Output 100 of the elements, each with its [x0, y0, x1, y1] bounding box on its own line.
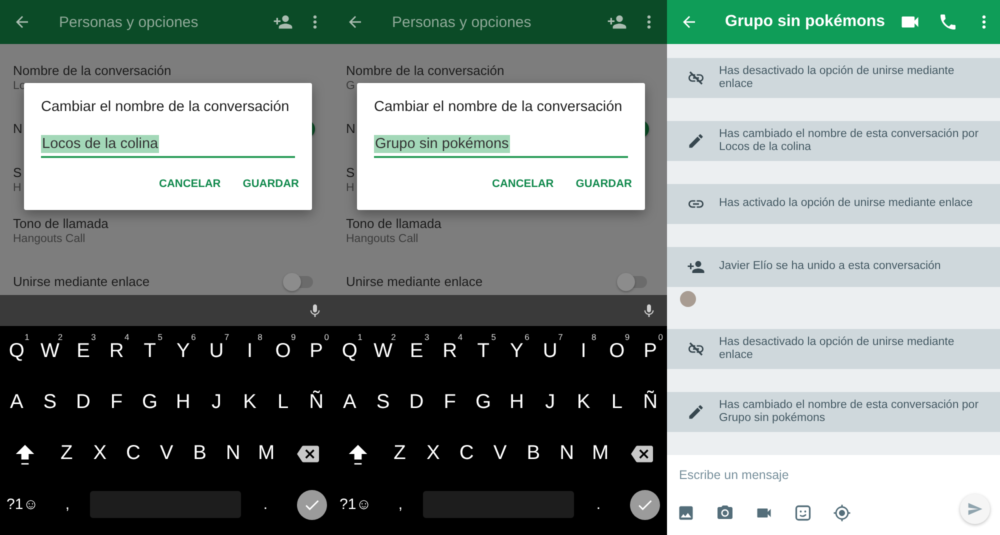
keyboard-key[interactable]: . — [574, 479, 623, 530]
keyboard-key[interactable]: F — [100, 377, 134, 428]
send-button[interactable] — [960, 494, 990, 524]
dialog-title: Cambiar el nombre de la conversación — [374, 98, 624, 116]
keyboard-key[interactable]: I 8 — [233, 326, 266, 377]
keyboard-key[interactable]: E 3 — [400, 326, 434, 377]
keyboard-key[interactable]: L — [266, 377, 300, 428]
keyboard-key[interactable]: Ñ — [300, 377, 333, 428]
message-text: Has cambiado el nombre de esta conversación por Grupo sin pokémons — [719, 398, 980, 426]
camera-icon[interactable] — [716, 504, 734, 522]
setting-title: N — [13, 121, 22, 137]
setting-title: Tono de llamada — [13, 216, 108, 232]
toggle-switch[interactable] — [619, 276, 647, 288]
message-text: Javier Elío se ha unido a esta conversación — [719, 260, 941, 274]
keyboard-key[interactable]: ?1☺ — [0, 479, 45, 530]
keyboard-key[interactable]: A — [0, 377, 34, 428]
keyboard-key[interactable]: W 2 — [33, 326, 67, 377]
name-field[interactable]: Locos de la colina — [41, 132, 295, 158]
keyboard-key[interactable]: E 3 — [66, 326, 100, 377]
keyboard-key[interactable]: F — [433, 377, 467, 428]
keyboard-key[interactable]: R 4 — [433, 326, 467, 377]
chat-title: Grupo sin pokémons — [725, 13, 886, 31]
keyboard-key[interactable]: S — [33, 377, 67, 428]
setting-value: Hangouts Call — [13, 232, 86, 246]
send-icon — [967, 501, 983, 517]
keyboard-key[interactable]: L — [600, 377, 634, 428]
keyboard-key[interactable]: C — [450, 428, 484, 479]
pencil-icon — [687, 132, 705, 150]
keyboard-key[interactable]: J — [533, 377, 567, 428]
keyboard-key[interactable]: M — [250, 428, 283, 479]
setting-title: Unirse mediante enlace — [13, 274, 150, 290]
keyboard-key[interactable]: D — [66, 377, 100, 428]
keyboard-key[interactable]: Ñ — [634, 377, 667, 428]
setting-value: H — [13, 180, 22, 196]
keyboard-key[interactable]: G — [466, 377, 500, 428]
dialog-button[interactable]: GUARDAR — [568, 172, 640, 196]
keyboard-key[interactable]: . — [241, 479, 290, 530]
message-text: Has desactivado la opción de unirse mediante enlace — [719, 64, 956, 92]
sticker-icon[interactable] — [794, 504, 812, 522]
keyboard-key[interactable]: H — [166, 377, 200, 428]
keyboard-key[interactable]: ?1☺ — [333, 479, 378, 530]
keyboard-key[interactable]: C — [116, 428, 150, 479]
image-icon[interactable] — [677, 504, 695, 522]
setting-title: Nombre de la conversación — [346, 62, 504, 78]
dialog-button[interactable]: CANCELAR — [484, 172, 562, 196]
keyboard-key[interactable]: Z — [383, 428, 416, 479]
keyboard-key[interactable]: W 2 — [366, 326, 400, 377]
keyboard-key[interactable]: K — [566, 377, 600, 428]
keyboard-key[interactable]: K — [233, 377, 266, 428]
keyboard-key[interactable]: B — [183, 428, 216, 479]
name-field[interactable]: Grupo sin pokémons — [374, 132, 628, 158]
setting-title: S — [13, 164, 22, 180]
keyboard-key[interactable]: Q 1 — [333, 326, 366, 377]
keyboard-key[interactable]: B — [516, 428, 550, 479]
keyboard-key[interactable]: P 0 — [634, 326, 667, 377]
enter-button[interactable] — [630, 490, 660, 520]
keyboard-key[interactable]: P 0 — [300, 326, 333, 377]
keyboard-key[interactable]: X — [416, 428, 450, 479]
dialog-button[interactable]: CANCELAR — [151, 172, 229, 196]
keyboard-key[interactable]: D — [400, 377, 434, 428]
keyboard-key[interactable]: U 7 — [533, 326, 567, 377]
keyboard-key[interactable]: Z — [50, 428, 84, 479]
keyboard-key[interactable]: N — [216, 428, 250, 479]
keyboard-key[interactable]: Q 1 — [0, 326, 34, 377]
keyboard-key[interactable]: T 5 — [466, 326, 500, 377]
setting-value: Hangouts Call — [346, 232, 418, 246]
dialog-button[interactable]: GUARDAR — [234, 172, 307, 196]
toggle-switch[interactable] — [285, 276, 313, 288]
setting-title: Tono de llamada — [346, 216, 442, 232]
enter-button[interactable] — [296, 490, 326, 520]
keyboard-key[interactable]: I 8 — [566, 326, 600, 377]
phone-icon[interactable] — [938, 12, 958, 32]
keyboard-key[interactable]: J — [200, 377, 234, 428]
keyboard-key[interactable]: R 4 — [100, 326, 134, 377]
keyboard-key[interactable]: A — [333, 377, 366, 428]
location-icon[interactable] — [833, 504, 851, 522]
setting-value: H — [346, 180, 354, 196]
keyboard-key[interactable]: , — [378, 479, 423, 530]
keyboard-key[interactable]: V — [483, 428, 517, 479]
keyboard-key[interactable]: Y 6 — [500, 326, 534, 377]
link-off-icon — [687, 340, 705, 358]
screen-title: Personas y opciones — [59, 14, 200, 30]
keyboard-key[interactable]: Y 6 — [166, 326, 200, 377]
keyboard-key[interactable]: G — [133, 377, 166, 428]
keyboard-key[interactable]: V — [150, 428, 184, 479]
message-text: Has activado la opción de unirse mediante enlace — [719, 197, 973, 211]
keyboard-key[interactable]: U 7 — [200, 326, 234, 377]
keyboard-key[interactable]: O 9 — [600, 326, 634, 377]
screen-title: Personas y opciones — [392, 14, 532, 30]
keyboard-key[interactable]: N — [550, 428, 584, 479]
keyboard-key[interactable]: O 9 — [266, 326, 300, 377]
keyboard-key[interactable]: T 5 — [133, 326, 166, 377]
keyboard-key[interactable]: M — [584, 428, 617, 479]
setting-value: G — [346, 78, 355, 94]
message-text: Has cambiado el nombre de esta conversación por Locos de la colina — [719, 128, 980, 154]
setting-title: Unirse mediante enlace — [346, 274, 483, 290]
keyboard-key[interactable]: H — [500, 377, 534, 428]
keyboard-key[interactable]: X — [83, 428, 117, 479]
keyboard-key[interactable]: S — [366, 377, 400, 428]
keyboard-key[interactable]: , — [45, 479, 90, 530]
